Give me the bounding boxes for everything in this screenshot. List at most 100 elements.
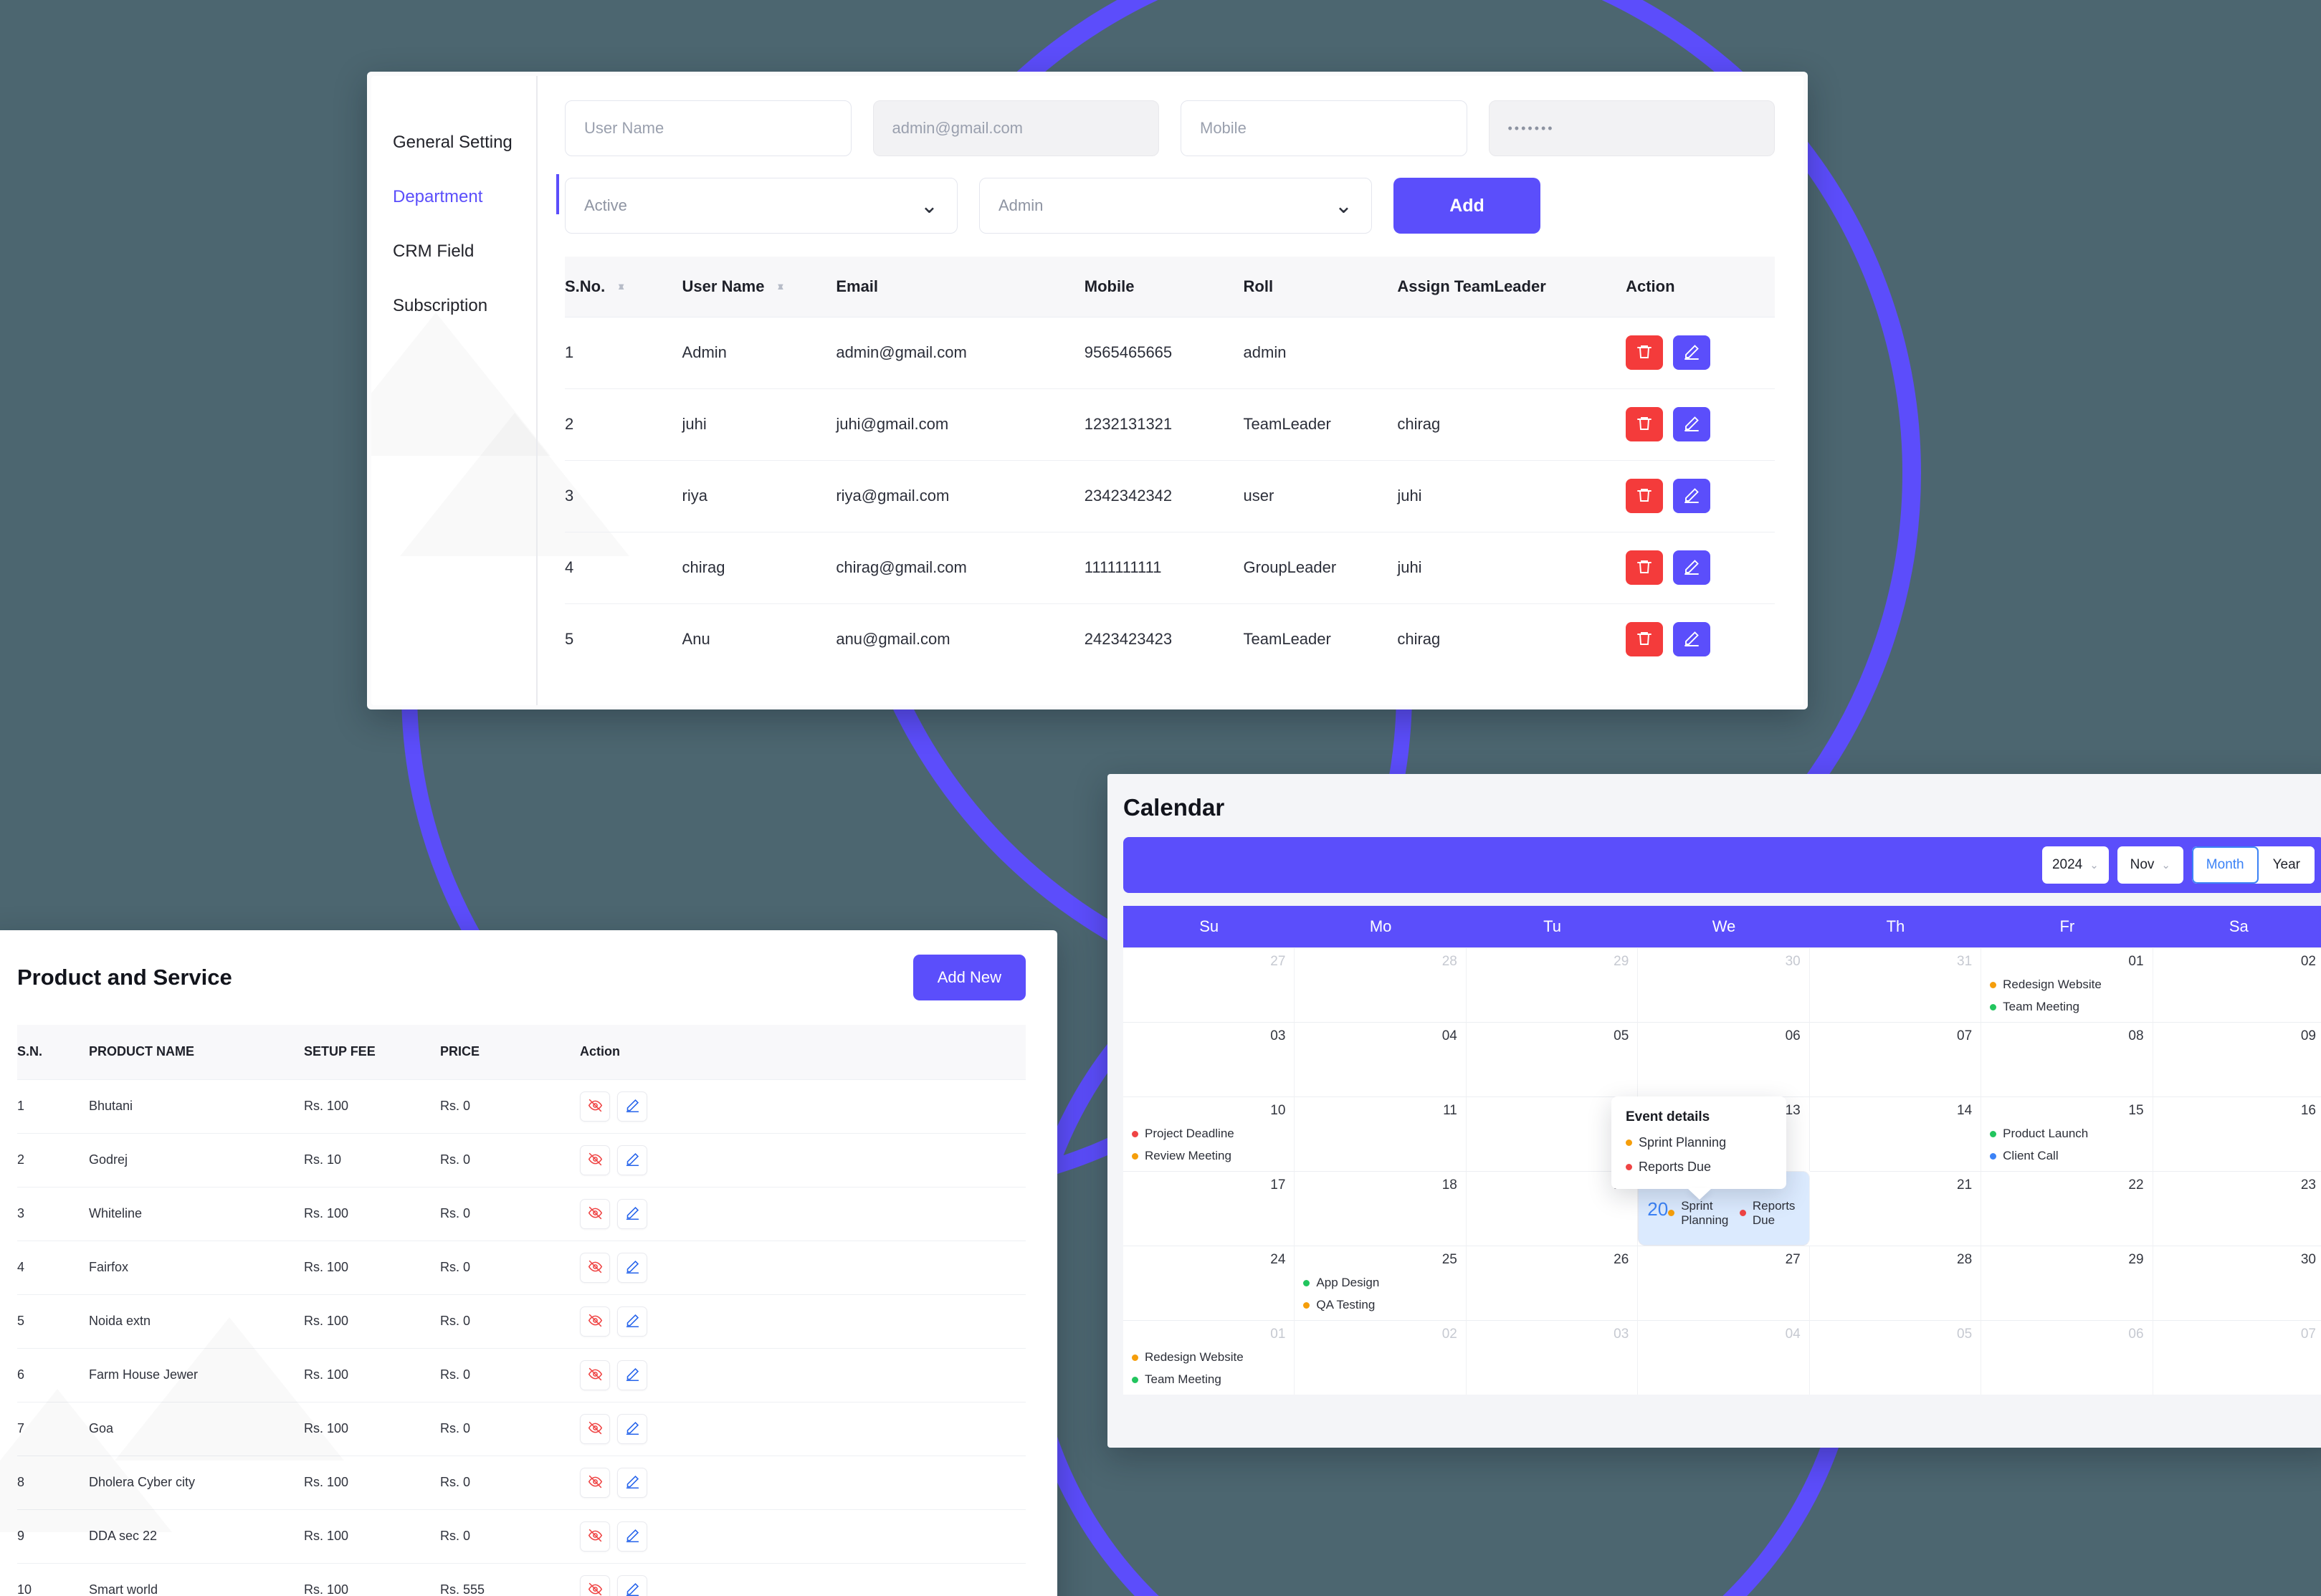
calendar-day-cell[interactable]: 05 bbox=[1809, 1320, 1982, 1395]
calendar-day-cell[interactable]: 30 bbox=[2153, 1246, 2321, 1320]
delete-button[interactable] bbox=[1626, 622, 1664, 657]
calendar-day-cell[interactable]: 14 bbox=[1809, 1096, 1982, 1171]
edit-button[interactable] bbox=[617, 1467, 647, 1498]
hide-button[interactable] bbox=[580, 1145, 610, 1175]
edit-button[interactable] bbox=[1673, 622, 1711, 657]
calendar-event[interactable]: Redesign Website bbox=[1990, 978, 2143, 992]
sidebar-item-department[interactable]: Department bbox=[393, 170, 559, 224]
calendar-day-cell[interactable]: 04 bbox=[1295, 1022, 1467, 1096]
password-input[interactable]: ••••••• bbox=[1488, 100, 1775, 156]
edit-button[interactable] bbox=[617, 1306, 647, 1337]
calendar-event[interactable]: Project Deadline bbox=[1132, 1127, 1285, 1141]
edit-button[interactable] bbox=[1673, 550, 1711, 585]
edit-button[interactable] bbox=[617, 1521, 647, 1552]
sidebar-item-crm-field[interactable]: CRM Field bbox=[393, 224, 536, 279]
column-header-email[interactable]: Email bbox=[836, 257, 1085, 317]
calendar-day-cell[interactable]: 28 bbox=[1295, 947, 1467, 1022]
calendar-event[interactable]: Team Meeting bbox=[1132, 1372, 1285, 1387]
calendar-day-cell[interactable]: 04 bbox=[1638, 1320, 1810, 1395]
edit-button[interactable] bbox=[617, 1413, 647, 1444]
hide-button[interactable] bbox=[580, 1091, 610, 1122]
add-new-button[interactable]: Add New bbox=[912, 955, 1026, 1000]
edit-button[interactable] bbox=[617, 1252, 647, 1283]
calendar-day-cell[interactable]: 27 bbox=[1123, 947, 1295, 1022]
calendar-day-cell[interactable]: 18 bbox=[1295, 1171, 1467, 1246]
calendar-event[interactable]: Reports Due bbox=[1739, 1199, 1801, 1228]
calendar-day-cell[interactable]: 07 bbox=[1809, 1022, 1982, 1096]
username-input[interactable]: User Name bbox=[565, 100, 852, 156]
calendar-day-cell[interactable]: 22 bbox=[1981, 1171, 2153, 1246]
calendar-day-cell[interactable]: 01 Redesign Website Team Meeting bbox=[1981, 947, 2153, 1022]
view-toggle-year[interactable]: Year bbox=[2258, 846, 2315, 884]
mobile-input[interactable]: Mobile bbox=[1181, 100, 1467, 156]
column-header-sno[interactable]: S.No. ▲ ▼ bbox=[565, 257, 682, 317]
edit-button[interactable] bbox=[617, 1360, 647, 1390]
column-header-user-name[interactable]: User Name ▲ ▼ bbox=[682, 257, 837, 317]
calendar-day-cell[interactable]: 24 bbox=[1123, 1246, 1295, 1320]
calendar-day-cell[interactable]: 31 bbox=[1809, 947, 1982, 1022]
delete-button[interactable] bbox=[1626, 479, 1664, 513]
hide-button[interactable] bbox=[580, 1306, 610, 1337]
calendar-day-cell[interactable]: 02 bbox=[1295, 1320, 1467, 1395]
hide-button[interactable] bbox=[580, 1198, 610, 1229]
calendar-day-cell[interactable]: 21 bbox=[1809, 1171, 1982, 1246]
delete-button[interactable] bbox=[1626, 550, 1664, 585]
column-header-assign-teamleader[interactable]: Assign TeamLeader bbox=[1397, 257, 1626, 317]
calendar-day-cell[interactable]: 08 bbox=[1981, 1022, 2153, 1096]
calendar-day-cell[interactable]: 16 bbox=[2153, 1096, 2321, 1171]
calendar-day-cell[interactable]: 09 bbox=[2153, 1022, 2321, 1096]
calendar-day-cell[interactable]: 29 bbox=[1981, 1246, 2153, 1320]
edit-button[interactable] bbox=[1673, 407, 1711, 441]
calendar-day-cell[interactable]: 06 bbox=[1981, 1320, 2153, 1395]
calendar-day-cell[interactable]: 02 bbox=[2153, 947, 2321, 1022]
calendar-day-cell[interactable]: 25 App Design QA Testing bbox=[1295, 1246, 1467, 1320]
calendar-day-cell[interactable]: 11 bbox=[1295, 1096, 1467, 1171]
calendar-event[interactable]: Product Launch bbox=[1990, 1127, 2143, 1141]
calendar-event[interactable]: Redesign Website bbox=[1132, 1350, 1285, 1365]
calendar-event[interactable]: QA Testing bbox=[1303, 1298, 1457, 1312]
calendar-event[interactable]: App Design bbox=[1303, 1276, 1457, 1290]
calendar-day-cell[interactable]: 06 bbox=[1638, 1022, 1810, 1096]
hide-button[interactable] bbox=[580, 1467, 610, 1498]
calendar-day-cell[interactable]: 05 bbox=[1466, 1022, 1639, 1096]
calendar-day-cell[interactable]: 10 Project Deadline Review Meeting bbox=[1123, 1096, 1295, 1171]
status-select[interactable]: Active ⌄ bbox=[565, 178, 958, 234]
calendar-event[interactable]: Sprint Planning bbox=[1668, 1199, 1740, 1228]
edit-button[interactable] bbox=[617, 1091, 647, 1122]
month-select[interactable]: Nov ⌄ bbox=[2117, 846, 2183, 884]
calendar-day-cell[interactable]: 17 bbox=[1123, 1171, 1295, 1246]
calendar-day-cell[interactable]: 30 bbox=[1638, 947, 1810, 1022]
calendar-day-cell[interactable]: 26 bbox=[1466, 1246, 1639, 1320]
calendar-day-cell[interactable]: 29 bbox=[1466, 947, 1639, 1022]
sidebar-item-general-setting[interactable]: General Setting bbox=[393, 115, 536, 170]
calendar-day-cell[interactable]: 15 Product Launch Client Call bbox=[1981, 1096, 2153, 1171]
year-select[interactable]: 2024 ⌄ bbox=[2041, 846, 2109, 884]
edit-button[interactable] bbox=[617, 1575, 647, 1596]
calendar-day-cell[interactable]: 28 bbox=[1809, 1246, 1982, 1320]
view-toggle-month[interactable]: Month bbox=[2191, 846, 2259, 884]
add-button[interactable]: Add bbox=[1393, 178, 1540, 234]
calendar-day-cell[interactable]: 27 bbox=[1638, 1246, 1810, 1320]
calendar-event[interactable]: Client Call bbox=[1990, 1149, 2143, 1163]
sidebar-item-subscription[interactable]: Subscription bbox=[393, 279, 536, 333]
hide-button[interactable] bbox=[580, 1521, 610, 1552]
edit-button[interactable] bbox=[1673, 335, 1711, 370]
hide-button[interactable] bbox=[580, 1252, 610, 1283]
hide-button[interactable] bbox=[580, 1575, 610, 1596]
calendar-day-cell[interactable]: 07 bbox=[2153, 1320, 2321, 1395]
edit-button[interactable] bbox=[1673, 479, 1711, 513]
column-header-mobile[interactable]: Mobile bbox=[1084, 257, 1244, 317]
role-select[interactable]: Admin ⌄ bbox=[979, 178, 1372, 234]
delete-button[interactable] bbox=[1626, 407, 1664, 441]
email-input[interactable]: admin@gmail.com bbox=[872, 100, 1159, 156]
hide-button[interactable] bbox=[580, 1360, 610, 1390]
column-header-roll[interactable]: Roll bbox=[1243, 257, 1398, 317]
calendar-day-cell[interactable]: 03 bbox=[1123, 1022, 1295, 1096]
edit-button[interactable] bbox=[617, 1198, 647, 1229]
calendar-day-cell[interactable]: 23 bbox=[2153, 1171, 2321, 1246]
delete-button[interactable] bbox=[1626, 335, 1664, 370]
calendar-event[interactable]: Review Meeting bbox=[1132, 1149, 1285, 1163]
calendar-day-cell[interactable]: 01 Redesign Website Team Meeting bbox=[1123, 1320, 1295, 1395]
hide-button[interactable] bbox=[580, 1413, 610, 1444]
calendar-day-cell[interactable]: 03 bbox=[1466, 1320, 1639, 1395]
